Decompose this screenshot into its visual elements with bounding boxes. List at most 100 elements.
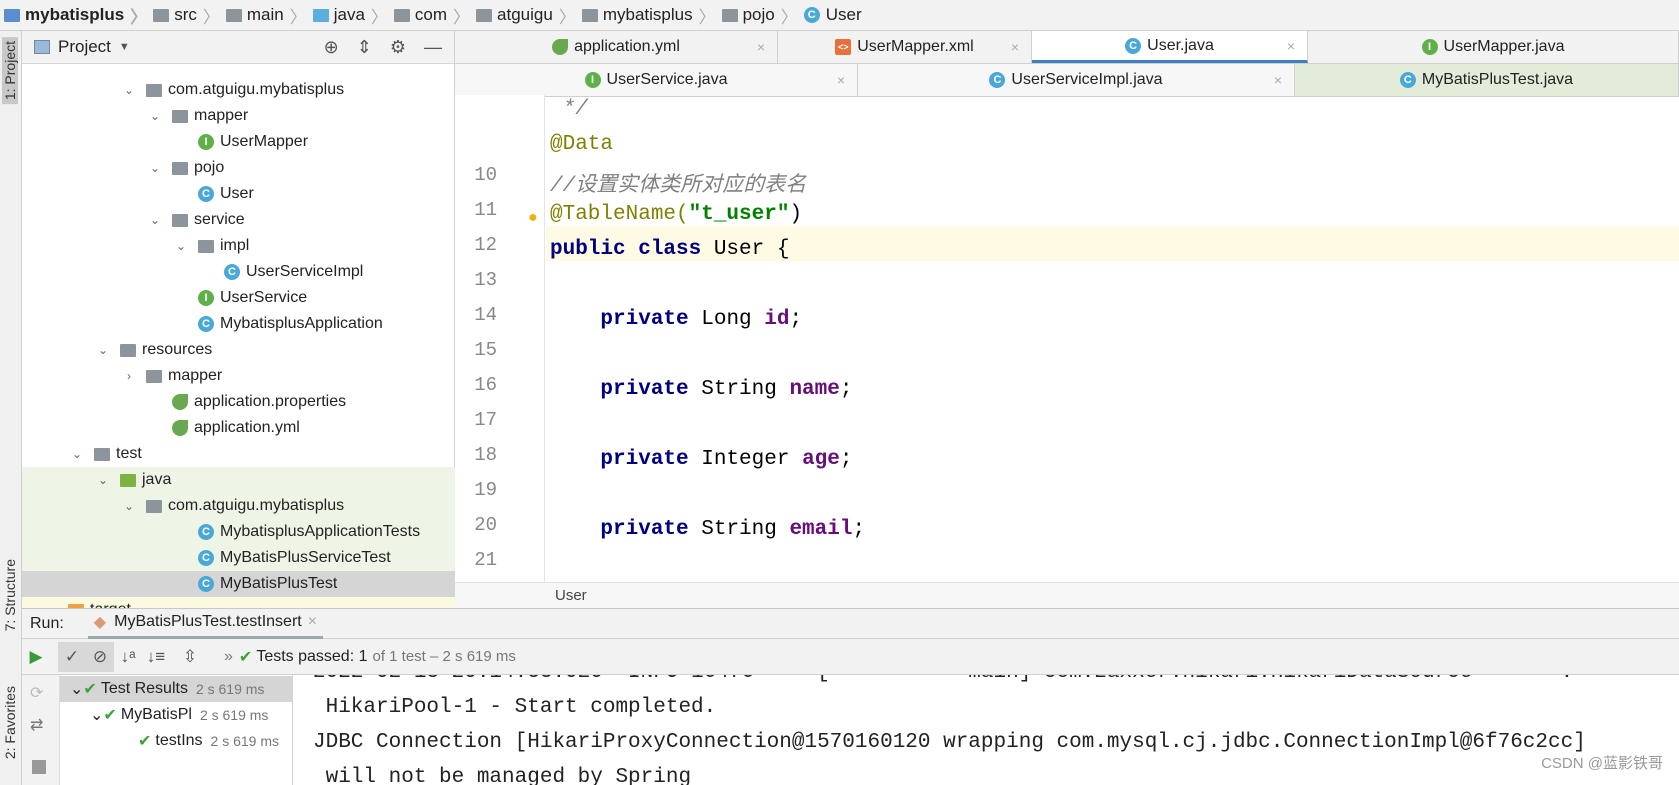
chevron-down-icon[interactable]: ⌄	[174, 239, 188, 253]
close-icon[interactable]: ×	[757, 39, 765, 55]
editor-tab[interactable]: C UserServiceImpl.java ×	[858, 64, 1295, 96]
project-view-selector[interactable]: Project	[58, 37, 111, 57]
folder-icon	[225, 8, 242, 22]
breadcrumb-label: pojo	[742, 5, 775, 24]
tests-summary: of 1 test – 2 s 619 ms	[372, 648, 516, 665]
chevron-down-icon[interactable]: ⌄	[122, 83, 136, 97]
editor-tab[interactable]: <> UserMapper.xml ×	[778, 31, 1032, 63]
close-icon[interactable]: ×	[1274, 72, 1282, 88]
tree-item[interactable]: ⌄ java	[22, 467, 455, 493]
breadcrumb-item[interactable]: pojo 〉	[721, 3, 798, 28]
run-tab[interactable]: ◆ MyBatisPlusTest.testInsert ×	[87, 608, 324, 639]
code-line: private String email;	[550, 518, 865, 541]
chevron-down-icon[interactable]: ▼	[119, 41, 130, 53]
tree-item[interactable]: application.yml	[22, 415, 455, 441]
breadcrumb-item[interactable]: mybatisplus 〉	[581, 3, 716, 28]
tree-item[interactable]: C MyBatisPlusServiceTest	[22, 545, 455, 571]
chevron-right-icon: 〉	[780, 7, 798, 27]
chevron-right-icon[interactable]: ›	[122, 369, 136, 383]
tree-item[interactable]: C UserServiceImpl	[22, 259, 455, 285]
collapse-all-icon[interactable]: ⇕	[357, 37, 372, 58]
breadcrumb-item[interactable]: com 〉	[393, 3, 470, 28]
lightbulb-icon[interactable]: ●	[528, 209, 538, 227]
test-tree-item[interactable]: ⌄ ✔ MyBatisPl 2 s 619 ms	[90, 702, 268, 728]
console-output[interactable]: 2022-02-13 20:14:33.020 INFO 16476 --- […	[293, 675, 1679, 785]
test-tree-item[interactable]: ⌄ ✔ Test Results 2 s 619 ms	[60, 676, 293, 702]
show-ignored-icon[interactable]: ⊘	[86, 641, 114, 672]
tree-item[interactable]: I UserService	[22, 285, 455, 311]
project-tool-button[interactable]: 1: Project	[2, 37, 18, 105]
breadcrumb-item[interactable]: C User	[803, 5, 862, 25]
tree-item[interactable]: C MyBatisPlusTest	[22, 571, 455, 597]
stop-icon[interactable]	[32, 760, 46, 774]
locate-icon[interactable]: ⊕	[324, 37, 339, 58]
tree-item[interactable]: ⌄ mapper	[22, 103, 455, 129]
chevron-down-icon[interactable]: ⌄	[90, 705, 103, 725]
tree-item[interactable]: ⌄ resources	[22, 337, 455, 363]
tree-item[interactable]: C MybatisplusApplicationTests	[22, 519, 455, 545]
favorites-tool-button[interactable]: 2: Favorites	[2, 686, 18, 759]
code-token: Long	[701, 308, 765, 331]
chevron-down-icon[interactable]: ⌄	[122, 499, 136, 513]
tree-item[interactable]: ⌄ impl	[22, 233, 455, 259]
line-number: 20	[474, 514, 497, 536]
tree-item[interactable]: C MybatisplusApplication	[22, 311, 455, 337]
tree-item[interactable]: ⌄ com.atguigu.mybatisplus	[22, 77, 455, 103]
chevron-down-icon[interactable]: ⌄	[96, 343, 110, 357]
gear-icon[interactable]: ⚙	[390, 37, 406, 58]
chevron-down-icon[interactable]: ⌄	[70, 447, 84, 461]
folder-icon	[4, 8, 20, 22]
tree-item[interactable]: ⌄ pojo	[22, 155, 455, 181]
spring-config-icon	[172, 420, 188, 436]
expand-all-icon[interactable]: ⇳	[176, 642, 204, 672]
sort-duration-icon[interactable]: ↓≡	[142, 642, 170, 672]
export-icon[interactable]: ⇄	[30, 715, 43, 735]
tree-item[interactable]: ⌄ service	[22, 207, 455, 233]
breadcrumb-item[interactable]: mybatisplus 〉	[4, 3, 147, 28]
history-icon[interactable]: ⟳	[30, 683, 43, 703]
tree-item[interactable]: application.properties	[22, 389, 455, 415]
editor-breadcrumb[interactable]: User	[455, 582, 1679, 608]
interface-icon: I	[1421, 39, 1438, 55]
chevron-down-icon[interactable]: ⌄	[70, 679, 83, 699]
test-tree-item[interactable]: ✔ testIns 2 s 619 ms	[138, 728, 279, 754]
chevron-down-icon[interactable]: ⌄	[148, 213, 162, 227]
code-token: private	[550, 308, 702, 331]
editor-tab[interactable]: C MyBatisPlusTest.java	[1295, 64, 1679, 96]
editor-tab[interactable]: application.yml ×	[455, 31, 778, 63]
code-line: public class User {	[550, 238, 789, 261]
structure-tool-button[interactable]: 7: Structure	[2, 559, 18, 631]
minimize-icon[interactable]: —	[424, 37, 442, 58]
chevron-down-icon[interactable]: ⌄	[148, 109, 162, 123]
close-icon[interactable]: ×	[308, 613, 317, 631]
class-icon: C	[198, 186, 214, 202]
close-icon[interactable]: ×	[1011, 39, 1019, 55]
tree-item[interactable]: I UserMapper	[22, 129, 455, 155]
breadcrumb-item[interactable]: src 〉	[153, 3, 220, 28]
breadcrumb-item[interactable]: atguigu 〉	[476, 3, 576, 28]
tree-item-label: service	[194, 211, 245, 228]
sort-alpha-icon[interactable]: ↓ᵃ	[114, 642, 142, 672]
editor-tab[interactable]: I UserMapper.java	[1308, 31, 1679, 63]
tree-item[interactable]: C User	[22, 181, 455, 207]
more-icon[interactable]: »	[224, 648, 233, 666]
chevron-down-icon[interactable]: ⌄	[148, 161, 162, 175]
line-number: 15	[474, 339, 497, 361]
editor-tab[interactable]: C User.java ×	[1032, 31, 1308, 63]
console-line: JDBC Connection [HikariProxyConnection@1…	[313, 731, 1586, 754]
chevron-down-icon[interactable]: ⌄	[96, 473, 110, 487]
close-icon[interactable]: ×	[837, 72, 845, 88]
breadcrumb-item[interactable]: main 〉	[225, 3, 307, 28]
close-icon[interactable]: ×	[1287, 38, 1295, 54]
class-icon: C	[198, 316, 214, 332]
breadcrumb-label: main	[246, 5, 284, 24]
tree-item[interactable]: ⌄ test	[22, 441, 455, 467]
left-tool-stripe: 1: Project 7: Structure 2: Favorites	[0, 31, 22, 785]
rerun-icon[interactable]: ▶	[22, 642, 50, 672]
editor-tab[interactable]: I UserService.java ×	[455, 64, 858, 96]
tree-item-label: UserService	[220, 289, 308, 306]
show-passed-icon[interactable]: ✓	[58, 641, 86, 672]
tree-item[interactable]: ⌄ com.atguigu.mybatisplus	[22, 493, 455, 519]
tree-item[interactable]: › mapper	[22, 363, 455, 389]
breadcrumb-item[interactable]: java 〉	[312, 3, 388, 28]
